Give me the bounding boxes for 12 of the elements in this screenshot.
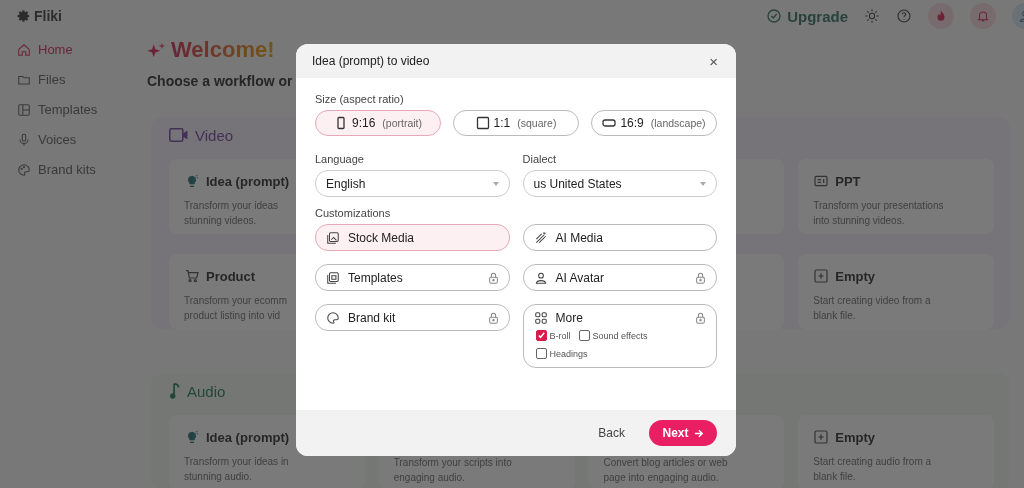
section-title: Video (195, 126, 234, 144)
card-title: Product (206, 268, 256, 284)
card-title: Idea (prompt) (206, 173, 290, 189)
field-label: Dialect (522, 153, 558, 165)
section-title: Audio (187, 382, 226, 400)
card-title: Empty (835, 268, 875, 284)
workflow-prompt: Choose a workflow or (147, 73, 294, 89)
field-label: Size (aspect ratio) (315, 93, 405, 105)
card-title: Empty (835, 429, 875, 445)
dialog-title: Idea (prompt) to video (312, 54, 430, 68)
card-title: Idea (prompt) (206, 429, 290, 445)
card-title: PPT (835, 173, 861, 189)
